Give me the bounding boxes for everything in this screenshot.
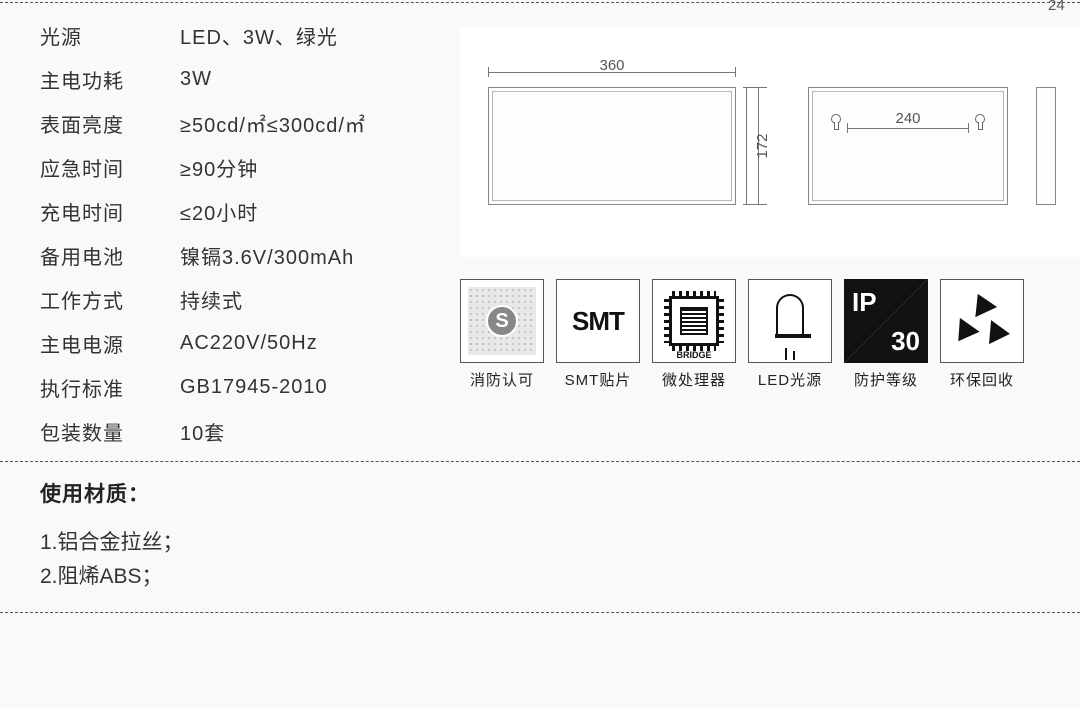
badge-caption: 环保回收	[940, 369, 1024, 390]
diagram-and-badges: 360 172	[460, 7, 1080, 453]
spec-area: 光源LED、3W、绿光 主电功耗3W 表面亮度≥50cd/㎡≤300cd/㎡ 应…	[0, 7, 1080, 453]
badge-ip-rating: IP 30 防护等级	[844, 279, 928, 390]
spec-value: 持续式	[180, 285, 243, 314]
badge-caption: 消防认可	[460, 369, 544, 390]
spec-label: 备用电池	[40, 241, 180, 270]
panel-front-icon	[488, 87, 736, 205]
smt-icon: SMT	[556, 279, 640, 363]
materials-section: 使用材质： 1.铝合金拉丝； 2.阻烯ABS；	[0, 462, 1080, 594]
s-mark-icon: S	[486, 305, 518, 337]
chip-icon: BRIDGE	[652, 279, 736, 363]
spec-value: ≥90分钟	[180, 153, 258, 182]
spec-label: 充电时间	[40, 197, 180, 226]
badge-caption: 微处理器	[652, 369, 736, 390]
front-view: 360 172	[488, 87, 736, 205]
dimension-tick	[968, 123, 969, 133]
spec-value: 镍镉3.6V/300mAh	[180, 241, 354, 270]
spec-row: 光源LED、3W、绿光	[40, 13, 450, 57]
section-divider-mid	[0, 461, 1080, 462]
badge-caption: SMT贴片	[556, 369, 640, 390]
spec-value: LED、3W、绿光	[180, 21, 338, 50]
spec-value: GB17945-2010	[180, 376, 328, 399]
spec-value: 3W	[180, 68, 212, 91]
spec-value: ≤20小时	[180, 197, 258, 226]
spec-label: 工作方式	[40, 285, 180, 314]
spec-row: 充电时间≤20小时	[40, 189, 450, 233]
badge-caption: LED光源	[748, 369, 832, 390]
led-icon	[748, 279, 832, 363]
dimension-tick	[743, 204, 767, 205]
dimension-diagram: 360 172	[460, 27, 1080, 257]
chip-label: BRIDGE	[653, 350, 735, 360]
dimension-line	[746, 87, 747, 205]
spec-label: 主电电源	[40, 329, 180, 358]
spec-table: 光源LED、3W、绿光 主电功耗3W 表面亮度≥50cd/㎡≤300cd/㎡ 应…	[0, 7, 460, 453]
spec-row: 执行标准GB17945-2010	[40, 365, 450, 409]
spec-row: 应急时间≥90分钟	[40, 145, 450, 189]
spec-label: 表面亮度	[40, 109, 180, 138]
badge-caption: 防护等级	[844, 369, 928, 390]
spec-row: 表面亮度≥50cd/㎡≤300cd/㎡	[40, 101, 450, 145]
dimension-tick	[488, 67, 489, 77]
spec-value: ≥50cd/㎡≤300cd/㎡	[180, 109, 366, 138]
material-item: 1.铝合金拉丝；	[40, 526, 1080, 560]
recycle-icon	[940, 279, 1024, 363]
dimension-tick	[847, 123, 848, 133]
dimension-depth: 24	[1048, 0, 1065, 14]
panel-side-icon	[1036, 87, 1056, 205]
fire-cert-icon: S	[460, 279, 544, 363]
dimension-tick	[735, 67, 736, 77]
spec-label: 执行标准	[40, 373, 180, 402]
spec-label: 包装数量	[40, 417, 180, 446]
section-divider-bottom	[0, 612, 1080, 613]
side-view	[1036, 87, 1056, 205]
spec-row: 备用电池镍镉3.6V/300mAh	[40, 233, 450, 277]
dimension-height-group: 172	[740, 87, 770, 205]
spec-row: 工作方式持续式	[40, 277, 450, 321]
materials-heading: 使用材质：	[40, 478, 1080, 508]
spec-label: 应急时间	[40, 153, 180, 182]
panel-back-icon: 240	[808, 87, 1008, 205]
ip-rating-icon: IP 30	[844, 279, 928, 363]
spec-label: 主电功耗	[40, 65, 180, 94]
dimension-line	[847, 128, 969, 129]
ip-bottom: 30	[891, 326, 920, 357]
badge-mcu: BRIDGE 微处理器	[652, 279, 736, 390]
dimension-line	[488, 72, 736, 73]
certification-badges: S 消防认可 SMT SMT贴片 B	[460, 257, 1080, 390]
spec-row: 主电功耗3W	[40, 57, 450, 101]
badge-led: LED光源	[748, 279, 832, 390]
back-view: 240	[808, 87, 1008, 205]
spec-row: 包装数量10套	[40, 409, 450, 453]
spec-value: 10套	[180, 417, 225, 446]
spec-row: 主电电源AC220V/50Hz	[40, 321, 450, 365]
badge-smt: SMT SMT贴片	[556, 279, 640, 390]
dimension-height: 172	[754, 133, 771, 158]
badge-fire-cert: S 消防认可	[460, 279, 544, 390]
spec-value: AC220V/50Hz	[180, 332, 318, 355]
spec-label: 光源	[40, 21, 180, 50]
smt-text-icon: SMT	[572, 306, 624, 337]
dimension-tick	[743, 87, 767, 88]
ip-top: IP	[852, 287, 877, 318]
badge-recycle: 环保回收	[940, 279, 1024, 390]
dimension-mount-spacing: 240	[809, 110, 1007, 127]
section-divider-top	[0, 2, 1080, 3]
material-item: 2.阻烯ABS；	[40, 560, 1080, 594]
